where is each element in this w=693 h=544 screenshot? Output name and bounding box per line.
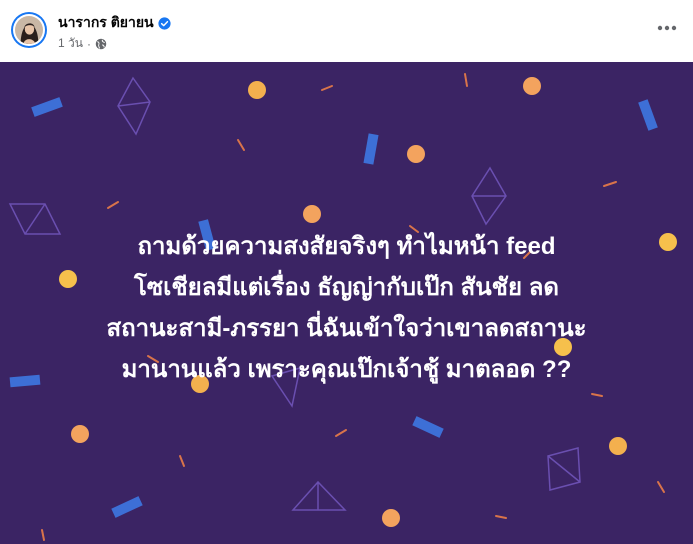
more-options-icon (657, 25, 677, 31)
post-background: ถามด้วยความสงสัยจริงๆ ทำไมหน้า feed โซเช… (0, 62, 693, 544)
post-timestamp[interactable]: 1 วัน (58, 34, 83, 53)
post-header: นารากร ติยายน 1 วัน · (0, 0, 693, 62)
post-text: ถามด้วยความสงสัยจริงๆ ทำไมหน้า feed โซเช… (0, 226, 693, 390)
author-link[interactable]: นารากร ติยายน (58, 12, 171, 34)
meta-separator: · (86, 36, 91, 51)
more-options-button[interactable] (655, 18, 679, 38)
post-meta: 1 วัน · (58, 34, 107, 53)
post-text-line: โซเชียลมีแต่เรื่อง ธัญญ่ากับเป๊ก สันชัย … (133, 274, 559, 301)
verified-badge-icon (158, 16, 171, 30)
post-text-line: สถานะสามี-ภรรยา นี่ฉันเข้าใจว่าเขาลดสถาน… (106, 315, 587, 342)
facebook-post: นารากร ติยายน 1 วัน · ถามด้วยความสงสัยจร… (0, 0, 693, 544)
post-text-line: มานานแล้ว เพราะคุณเป๊กเจ้าชู้ มาตลอด ?? (121, 356, 572, 383)
author-name[interactable]: นารากร ติยายน (58, 12, 154, 34)
profile-photo (15, 16, 43, 44)
globe-icon[interactable] (95, 38, 107, 50)
avatar[interactable] (11, 12, 47, 48)
post-text-line: ถามด้วยความสงสัยจริงๆ ทำไมหน้า feed (137, 233, 556, 260)
